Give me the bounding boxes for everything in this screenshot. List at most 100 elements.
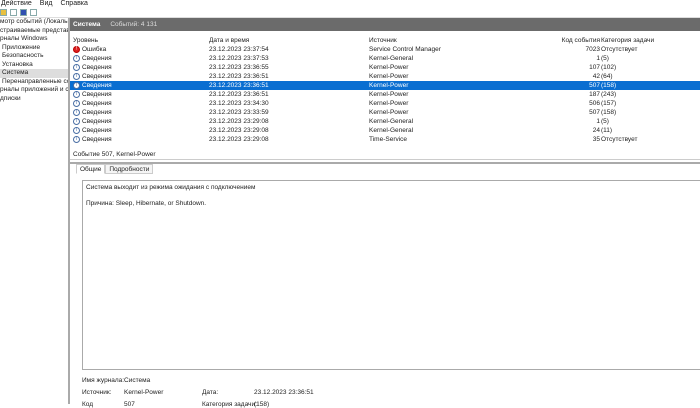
cell: (5) — [601, 55, 609, 62]
cell: Kernel-General — [369, 118, 414, 125]
cell: (158) — [601, 82, 617, 89]
cell: Kernel-Power — [369, 109, 409, 116]
cell: 507 — [589, 109, 600, 116]
table-row[interactable]: i Сведения 23.12.2023 23:29:08 Time-Service… — [70, 135, 700, 144]
tree-item[interactable]: страиваемые представления — [0, 27, 68, 36]
menu-action[interactable]: Действие — [1, 0, 32, 8]
info-icon: i — [73, 73, 80, 80]
cell: 23.12.2023 23:37:53 — [209, 55, 269, 62]
error-icon: ! — [73, 46, 80, 53]
cell: 23.12.2023 23:37:54 — [209, 46, 269, 53]
column-level[interactable]: Уровень — [73, 36, 98, 45]
cell: Сведения — [82, 82, 112, 89]
column-date[interactable]: Дата и время — [209, 36, 249, 45]
tab-details[interactable]: Подробности — [105, 164, 154, 174]
tree-item[interactable]: мотр событий (Локальный) — [0, 18, 68, 27]
tree-item[interactable]: Установка — [0, 61, 68, 70]
column-category[interactable]: Категория задачи — [601, 36, 654, 45]
cell: (64) — [601, 73, 613, 80]
code-value: 507 — [124, 401, 135, 408]
menu-view[interactable]: Вид — [40, 0, 53, 8]
cell: 24 — [592, 127, 600, 134]
tree-item[interactable]: Безопасность — [0, 52, 68, 61]
cell: (11) — [601, 127, 613, 134]
tree-item[interactable]: рналы приложений и служб — [0, 86, 68, 95]
cell: Отсутствует — [601, 46, 638, 53]
cell: 107 — [589, 64, 600, 71]
column-headers: Уровень Дата и время Источник Код событи… — [70, 36, 700, 45]
cell: 23.12.2023 23:36:51 — [209, 82, 269, 89]
category-label: Категория задачи: — [202, 401, 257, 408]
cell: Kernel-Power — [369, 73, 409, 80]
info-icon: i — [73, 118, 80, 125]
info-icon: i — [73, 64, 80, 71]
table-row[interactable]: i Сведения 23.12.2023 23:33:59 Kernel-Power… — [70, 108, 700, 117]
cell: Сведения — [82, 118, 112, 125]
folder-icon[interactable] — [0, 9, 7, 16]
cell: Kernel-General — [369, 55, 414, 62]
menu-help[interactable]: Справка — [60, 0, 87, 8]
info-icon: i — [73, 82, 80, 89]
table-row[interactable]: i Сведения 23.12.2023 23:36:51 Kernel-Power… — [70, 72, 700, 81]
navigation-tree: мотр событий (Локальный)страиваемые пред… — [0, 18, 68, 404]
tree-item[interactable]: дписки — [0, 95, 68, 104]
cell: Сведения — [82, 91, 112, 98]
event-list: Уровень Дата и время Источник Код событи… — [70, 34, 700, 164]
info-icon: i — [73, 109, 80, 116]
cell: Сведения — [82, 127, 112, 134]
tree-item[interactable]: Приложение — [0, 44, 68, 53]
event-message: Система выходит из режима ожидания с под… — [86, 184, 256, 191]
cell: 507 — [589, 82, 600, 89]
table-row[interactable]: i Сведения 23.12.2023 23:37:53 Kernel-Gener… — [70, 54, 700, 63]
table-row[interactable]: i Сведения 23.12.2023 23:34:30 Kernel-Power… — [70, 99, 700, 108]
tree-item[interactable]: Система — [0, 69, 68, 78]
cell: Сведения — [82, 109, 112, 116]
cell: (5) — [601, 118, 609, 125]
cell: 23.12.2023 23:33:59 — [209, 109, 269, 116]
column-source[interactable]: Источник — [369, 36, 397, 45]
cell: Сведения — [82, 136, 112, 143]
cell: 23.12.2023 23:36:51 — [209, 91, 269, 98]
cell: Сведения — [82, 73, 112, 80]
cell: 35 — [592, 136, 600, 143]
help-icon[interactable] — [20, 9, 27, 16]
cell: 1 — [596, 55, 600, 62]
table-row[interactable]: i Сведения 23.12.2023 23:29:08 Kernel-Gener… — [70, 117, 700, 126]
table-row[interactable]: i Сведения 23.12.2023 23:29:08 Kernel-Gener… — [70, 126, 700, 135]
info-icon: i — [73, 100, 80, 107]
toolbar — [0, 8, 700, 18]
event-count: Событий: 4 131 — [110, 21, 158, 28]
cell: Сведения — [82, 64, 112, 71]
cell: 23.12.2023 23:29:08 — [209, 136, 269, 143]
log-header: Система Событий: 4 131 — [70, 18, 700, 31]
info-icon: i — [73, 127, 80, 134]
cell: (158) — [601, 109, 617, 116]
tab-general[interactable]: Общие — [76, 164, 106, 174]
event-message-box[interactable]: Система выходит из режима ожидания с под… — [82, 180, 700, 370]
column-code[interactable]: Код события — [562, 36, 600, 45]
cell: Service Control Manager — [369, 46, 441, 53]
properties-icon[interactable] — [10, 9, 17, 16]
panel-icon[interactable] — [30, 9, 37, 16]
cell: Kernel-Power — [369, 91, 409, 98]
log-name-value: Система — [124, 377, 151, 384]
cell: (157) — [601, 100, 617, 107]
tree-item[interactable]: Перенаправленные события — [0, 78, 68, 87]
table-row[interactable]: i Сведения 23.12.2023 23:36:51 Kernel-Power… — [70, 90, 700, 99]
table-row[interactable]: i Сведения 23.12.2023 23:36:51 Kernel-Power… — [70, 81, 700, 90]
cell: 23.12.2023 23:29:08 — [209, 118, 269, 125]
table-row[interactable]: ! Ошибка 23.12.2023 23:37:54 Service Contro… — [70, 45, 700, 54]
table-row[interactable]: i Сведения 23.12.2023 23:36:55 Kernel-Power… — [70, 63, 700, 72]
tree-item[interactable]: рналы Windows — [0, 35, 68, 44]
info-icon: i — [73, 91, 80, 98]
cell: Kernel-Power — [369, 82, 409, 89]
cell: 187 — [589, 91, 600, 98]
event-detail: Событие 507, Kernel-Power Общие Подробно… — [70, 150, 700, 408]
log-title: Система — [73, 21, 101, 28]
log-name-label: Имя журнала: — [82, 377, 125, 384]
cell: Kernel-Power — [369, 100, 409, 107]
menu-bar: Действие Вид Справка — [0, 0, 700, 8]
detail-title: Событие 507, Kernel-Power — [70, 150, 700, 160]
cell: Kernel-General — [369, 127, 414, 134]
date-value: 23.12.2023 23:36:51 — [254, 389, 314, 396]
